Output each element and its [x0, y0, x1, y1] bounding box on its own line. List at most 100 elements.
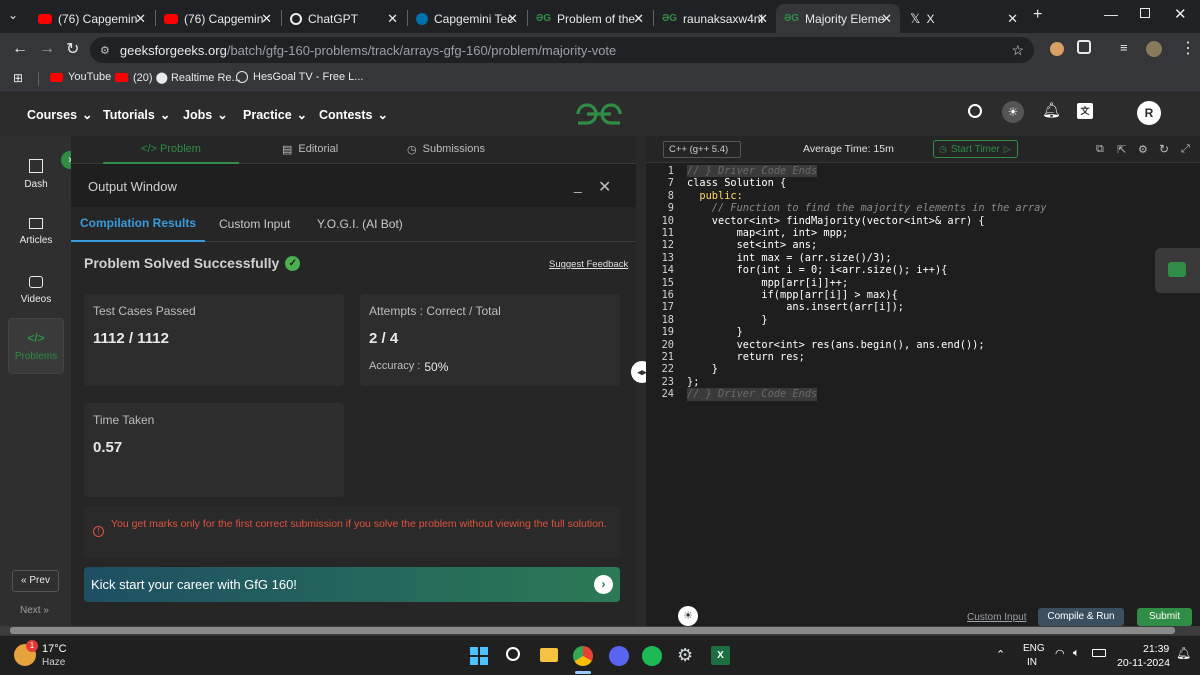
language-top[interactable]: ENG — [1023, 643, 1045, 654]
close-icon[interactable]: ✕ — [135, 11, 146, 27]
file-explorer-icon[interactable] — [540, 648, 558, 662]
search-icon[interactable] — [968, 104, 982, 118]
close-icon[interactable]: ✕ — [507, 11, 518, 27]
code-line[interactable]: 18 } — [646, 314, 1200, 326]
wifi-icon[interactable]: ◠ — [1055, 647, 1065, 660]
theme-toggle-icon[interactable]: ☀ — [1002, 101, 1024, 123]
notification-icon[interactable]: 🔔︎ — [1176, 646, 1191, 660]
start-timer-button[interactable]: ◷ Start Timer ▷ — [933, 140, 1018, 158]
horizontal-scrollbar[interactable] — [0, 626, 1200, 635]
spotify-icon[interactable] — [642, 646, 662, 666]
chevron-up-icon[interactable]: ⌃ — [996, 648, 1005, 661]
browser-tab-active[interactable]: ƏG Majority Element ✕ — [776, 4, 900, 33]
nav-practice[interactable]: Practice ⌄ — [243, 107, 307, 123]
prev-button[interactable]: « Prev — [12, 570, 59, 592]
nav-courses[interactable]: Courses ⌄ — [27, 107, 93, 123]
arrow-right-icon[interactable]: › — [594, 575, 613, 594]
code-line[interactable]: 9 // Function to find the majority eleme… — [646, 202, 1200, 214]
avatar[interactable]: R — [1137, 101, 1161, 125]
close-icon[interactable]: ✕ — [633, 11, 644, 27]
tab-submissions[interactable]: ◷ Submissions — [407, 143, 485, 156]
menu-icon[interactable]: ⋮ — [1180, 38, 1196, 58]
bookmark-star-icon[interactable]: ☆ — [1011, 42, 1024, 59]
browser-tab[interactable]: ƏG raunaksaxw4nb | ✕ — [654, 4, 776, 33]
code-line[interactable]: 8 public: — [646, 190, 1200, 202]
browser-tab[interactable]: Capgemini Techn ✕ — [408, 4, 526, 33]
back-arrow-icon[interactable]: ← — [12, 40, 28, 58]
tab-editorial[interactable]: ▤ Editorial — [282, 143, 338, 156]
browser-tab[interactable]: (76) Capgemini T ✕ — [156, 4, 280, 33]
copy-icon[interactable]: ⧉ — [1096, 143, 1104, 156]
minimize-button[interactable]: — — [1104, 6, 1118, 22]
close-icon[interactable]: ✕ — [757, 11, 768, 27]
tab-compilation-results[interactable]: Compilation Results — [71, 207, 205, 242]
custom-input-link[interactable]: Custom Input — [967, 612, 1026, 623]
bookmark-youtube[interactable]: YouTube — [50, 71, 111, 83]
windows-start-icon[interactable] — [470, 647, 488, 665]
browser-tab[interactable]: (76) Capgemini T ✕ — [30, 4, 154, 33]
volume-icon[interactable]: 🔈︎ — [1073, 647, 1080, 660]
code-line[interactable]: 20 vector<int> res(ans.begin(), ans.end(… — [646, 339, 1200, 351]
nav-contests[interactable]: Contests ⌄ — [319, 107, 388, 123]
reading-list-icon[interactable]: ≡ — [1120, 40, 1128, 55]
code-line[interactable]: 17 ans.insert(arr[i]); — [646, 301, 1200, 313]
clock-time[interactable]: 21:39 — [1143, 643, 1169, 655]
sidebar-item-articles[interactable]: Articles — [8, 204, 64, 260]
submit-button[interactable]: Submit — [1137, 608, 1192, 626]
code-area[interactable]: 1// } Driver Code Ends 7 class Solution {8… — [646, 165, 1200, 605]
export-icon[interactable]: ⇱ — [1117, 143, 1126, 156]
sidebar-item-dash[interactable]: Dash — [8, 146, 64, 202]
sidebar-item-videos[interactable]: Videos — [8, 262, 64, 318]
close-icon[interactable]: ✕ — [881, 11, 892, 27]
sidebar-item-problems[interactable]: </> Problems — [8, 318, 64, 374]
chat-float-button[interactable] — [1155, 248, 1200, 293]
close-icon[interactable]: ✕ — [1007, 11, 1018, 27]
discord-icon[interactable] — [609, 646, 629, 666]
chrome-icon[interactable] — [573, 646, 593, 666]
code-line[interactable]: 10 vector<int> findMajority(vector<int>&… — [646, 215, 1200, 227]
bookmark-realtime[interactable]: (20) ⬤ Realtime Re... — [115, 71, 241, 84]
browser-tab[interactable]: ƏG Problem of the D ✕ — [528, 4, 652, 33]
compile-run-button[interactable]: Compile & Run — [1038, 608, 1124, 626]
career-banner[interactable]: Kick start your career with GfG 160! › — [84, 567, 620, 602]
code-line[interactable]: 13 int max = (arr.size()/3); — [646, 252, 1200, 264]
nav-tutorials[interactable]: Tutorials ⌄ — [103, 107, 170, 123]
code-line[interactable]: 22 } — [646, 363, 1200, 375]
browser-tab[interactable]: ChatGPT ✕ — [282, 4, 406, 33]
extension-icon[interactable] — [1050, 42, 1064, 56]
site-info-icon[interactable]: ⚙ — [100, 44, 110, 57]
code-line[interactable]: 21 return res; — [646, 351, 1200, 363]
close-icon[interactable]: ✕ — [261, 11, 272, 27]
clock-date[interactable]: 20-11-2024 — [1117, 657, 1170, 669]
code-line[interactable]: 14 for(int i = 0; i<arr.size(); i++){ — [646, 264, 1200, 276]
profile-avatar[interactable] — [1146, 41, 1162, 57]
suggest-feedback-link[interactable]: Suggest Feedback — [549, 259, 628, 270]
tab-problem[interactable]: </> Problem — [103, 136, 239, 164]
code-line[interactable]: 11 map<int, int> mpp; — [646, 227, 1200, 239]
new-tab-button[interactable]: + — [1033, 6, 1042, 24]
tab-yogi-ai-bot[interactable]: Y.O.G.I. (AI Bot) — [317, 217, 403, 231]
code-line[interactable]: 19 } — [646, 326, 1200, 338]
restore-button[interactable] — [1140, 8, 1150, 18]
battery-icon[interactable] — [1092, 649, 1106, 657]
close-window-button[interactable]: ✕ — [1174, 5, 1187, 23]
extensions-puzzle-icon[interactable] — [1077, 40, 1091, 54]
bookmark-hesgoal[interactable]: HesGoal TV - Free L... — [236, 71, 363, 83]
gfg-logo[interactable] — [574, 101, 624, 127]
forward-arrow-icon[interactable]: → — [39, 40, 55, 58]
nav-jobs[interactable]: Jobs ⌄ — [183, 107, 228, 123]
notification-bell-icon[interactable]: 🔔︎ — [1042, 101, 1061, 119]
close-output-button[interactable]: ✕ — [598, 177, 611, 197]
reload-icon[interactable]: ↻ — [66, 39, 79, 59]
search-icon[interactable] — [506, 647, 520, 661]
browser-tab[interactable]: 𝕏 X ✕ — [902, 4, 1026, 33]
excel-icon[interactable]: X — [711, 646, 730, 665]
code-line[interactable]: 16 if(mpp[arr[i]] > max){ — [646, 289, 1200, 301]
code-line[interactable]: 7 class Solution { — [646, 177, 1200, 189]
language-select[interactable]: C++ (g++ 5.4) — [663, 141, 741, 158]
fullscreen-icon[interactable]: ⤢ — [1181, 143, 1190, 156]
code-line[interactable]: 15 mpp[arr[i]]++; — [646, 277, 1200, 289]
close-icon[interactable]: ✕ — [387, 11, 398, 27]
tab-search-icon[interactable]: ⌄ — [8, 8, 18, 22]
code-line[interactable]: 12 set<int> ans; — [646, 239, 1200, 251]
